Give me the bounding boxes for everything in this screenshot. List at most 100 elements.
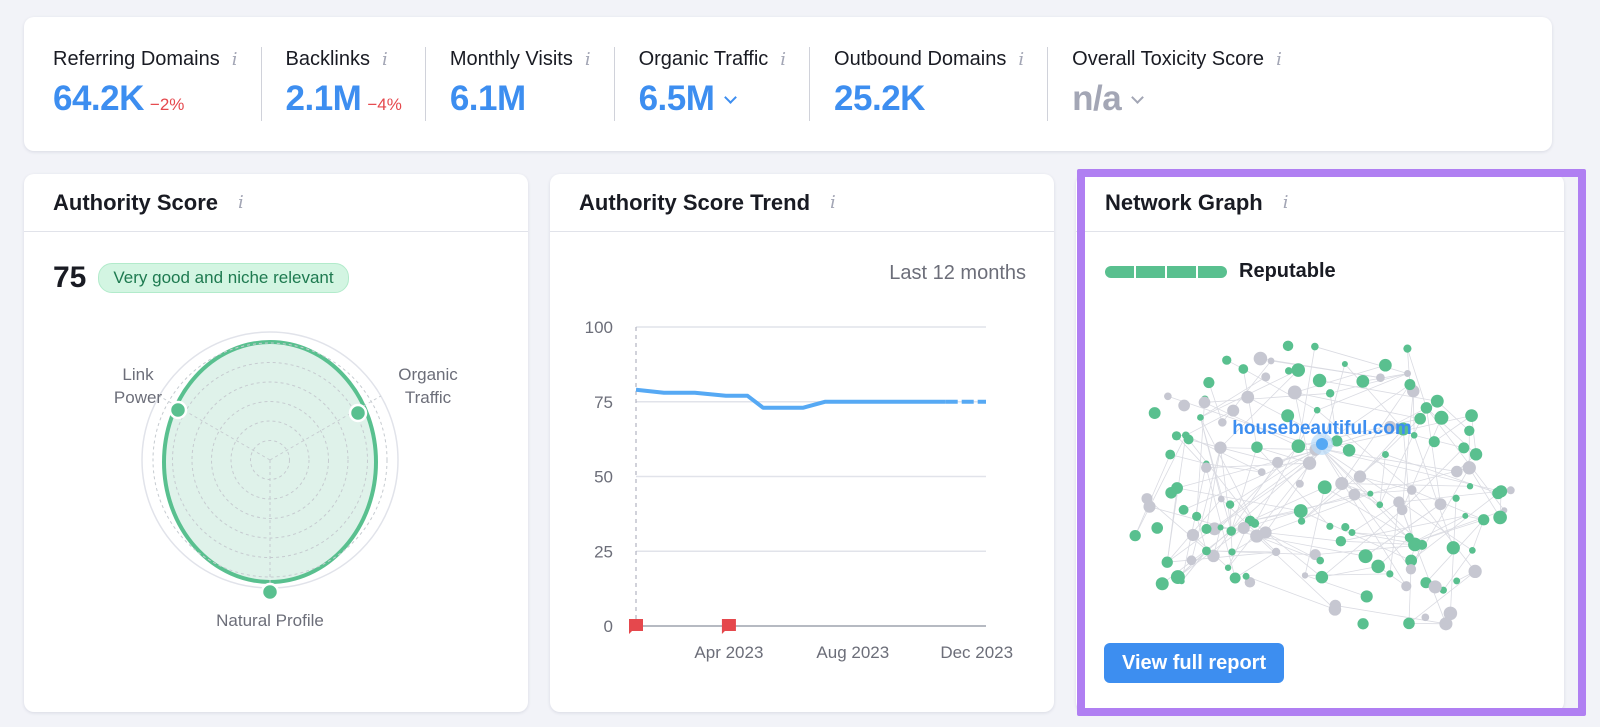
graph-node-reputable bbox=[1379, 358, 1392, 372]
graph-edge bbox=[1412, 509, 1505, 543]
info-icon[interactable]: i bbox=[1283, 192, 1289, 213]
graph-node-reputable bbox=[1313, 406, 1321, 414]
metric-value[interactable]: n/a bbox=[1072, 79, 1122, 119]
graph-node-reputable bbox=[1129, 529, 1141, 542]
graph-node-reputable bbox=[1357, 618, 1369, 630]
radar-axis-label: Traffic bbox=[405, 388, 452, 407]
metric-value[interactable]: 25.2K bbox=[834, 79, 925, 119]
graph-node-reputable bbox=[1493, 510, 1507, 525]
metric-value[interactable]: 6.1M bbox=[450, 79, 526, 119]
info-icon[interactable]: i bbox=[780, 49, 786, 70]
metric-organic-traffic[interactable]: Organic Traffic i 6.5M bbox=[639, 47, 811, 121]
graph-node-reputable bbox=[1312, 373, 1327, 388]
graph-node-reputable bbox=[1203, 376, 1215, 389]
graph-node-reputable bbox=[1226, 526, 1236, 536]
graph-node-neutral bbox=[1271, 547, 1281, 557]
graph-node-reputable bbox=[1341, 360, 1348, 367]
graph-node-reputable bbox=[1376, 501, 1384, 509]
graph-edge bbox=[1321, 565, 1379, 578]
graph-node-neutral bbox=[1401, 581, 1412, 592]
metric-label: Referring Domains bbox=[53, 47, 220, 70]
info-icon[interactable]: i bbox=[232, 49, 238, 70]
y-tick-label: 25 bbox=[594, 542, 613, 561]
graph-node-neutral bbox=[1164, 392, 1172, 401]
network-graph-card: Network Graph i Reputable housebeautiful… bbox=[1076, 174, 1564, 712]
center-node bbox=[1316, 438, 1328, 450]
metric-delta: −2% bbox=[149, 95, 185, 114]
graph-edge bbox=[1134, 454, 1171, 536]
graph-edge bbox=[1442, 550, 1473, 591]
metric-value[interactable]: 6.5M bbox=[639, 79, 715, 119]
graph-node-reputable bbox=[1367, 490, 1374, 497]
metric-value[interactable]: 2.1M bbox=[286, 79, 362, 119]
period-label: Last 12 months bbox=[889, 262, 1026, 284]
card-title: Authority Score bbox=[53, 189, 219, 215]
metric-delta: −4% bbox=[367, 95, 402, 114]
radar-point bbox=[260, 582, 280, 602]
graph-node-reputable bbox=[1414, 412, 1426, 425]
metric-label: Monthly Visits bbox=[449, 47, 573, 70]
graph-node-reputable bbox=[1151, 522, 1164, 534]
graph-edge bbox=[1234, 551, 1277, 579]
graph-node-neutral bbox=[1141, 493, 1153, 505]
score-row: 75 Very good and niche relevant bbox=[53, 261, 349, 295]
radar-axis-label: Power bbox=[114, 388, 163, 407]
reputation-label: Reputable bbox=[1239, 260, 1336, 282]
graph-node-reputable bbox=[1202, 546, 1211, 556]
graph-node-neutral bbox=[1434, 498, 1447, 511]
graph-node-reputable bbox=[1192, 511, 1202, 521]
graph-node-reputable bbox=[1222, 355, 1232, 365]
flag-marker bbox=[629, 619, 643, 634]
graph-node-neutral bbox=[1287, 385, 1302, 400]
graph-edge bbox=[1304, 575, 1367, 597]
flag-marker bbox=[721, 619, 736, 634]
authority-score-value: 75 bbox=[53, 261, 87, 294]
metric-backlinks[interactable]: Backlinks i 2.1M −4% bbox=[286, 47, 427, 121]
info-icon[interactable]: i bbox=[1276, 49, 1282, 70]
graph-node-reputable bbox=[1371, 559, 1385, 574]
graph-node-reputable bbox=[1201, 523, 1212, 534]
card-header: Authority Score Trend i bbox=[550, 174, 1054, 232]
graph-node-neutral bbox=[1335, 476, 1349, 491]
info-icon[interactable]: i bbox=[238, 192, 244, 213]
graph-node-neutral bbox=[1214, 441, 1227, 454]
info-icon[interactable]: i bbox=[382, 49, 388, 70]
info-icon[interactable]: i bbox=[830, 192, 836, 213]
graph-node-reputable bbox=[1452, 494, 1460, 502]
graph-edge bbox=[1167, 551, 1277, 563]
reputation-segment bbox=[1198, 265, 1227, 278]
graph-node-neutral bbox=[1421, 613, 1430, 622]
metric-outbound-domains[interactable]: Outbound Domains i 25.2K bbox=[834, 47, 1049, 121]
chevron-down-icon[interactable] bbox=[1131, 91, 1145, 104]
view-full-report-button[interactable]: View full report bbox=[1104, 643, 1285, 683]
chevron-down-icon[interactable] bbox=[724, 91, 738, 104]
graph-node-reputable bbox=[1469, 448, 1483, 461]
metrics-summary-bar: Referring Domains i 64.2K −2% Backlinks i 2… bbox=[24, 17, 1552, 151]
graph-node-reputable bbox=[1317, 480, 1332, 495]
center-domain-label: housebeautiful.com bbox=[1232, 418, 1411, 439]
graph-node-reputable bbox=[1197, 414, 1204, 421]
graph-node-reputable bbox=[1225, 500, 1235, 509]
trend-line-chart: 0 25 50 75 100 Apr 2023 Aug 2023 Dec 2023 bbox=[585, 318, 1013, 662]
radar-chart: Link Power Organic Traffic Natural Profile bbox=[114, 331, 458, 630]
graph-node-neutral bbox=[1301, 572, 1309, 579]
x-tick-label: Dec 2023 bbox=[940, 643, 1013, 662]
info-icon[interactable]: i bbox=[585, 49, 591, 70]
graph-edge bbox=[1335, 605, 1446, 625]
graph-node-neutral bbox=[1348, 488, 1361, 501]
graph-edge bbox=[1321, 448, 1414, 543]
metric-monthly-visits[interactable]: Monthly Visits i 6.1M bbox=[450, 47, 615, 121]
graph-node-reputable bbox=[1465, 409, 1478, 422]
network-graph[interactable]: housebeautiful.com bbox=[1076, 284, 1564, 644]
graph-node-reputable bbox=[1428, 436, 1440, 448]
graph-node-reputable bbox=[1356, 374, 1370, 388]
metric-toxicity-score[interactable]: Overall Toxicity Score i n/a bbox=[1072, 47, 1306, 121]
reputation-status: Reputable bbox=[1105, 260, 1336, 283]
metric-value[interactable]: 64.2K bbox=[53, 79, 144, 119]
metric-referring-domains[interactable]: Referring Domains i 64.2K −2% bbox=[53, 47, 262, 121]
card-title: Authority Score Trend bbox=[579, 189, 811, 215]
info-icon[interactable]: i bbox=[1018, 49, 1024, 70]
graph-edge bbox=[1319, 380, 1438, 402]
radar-axis-label: Organic bbox=[398, 365, 458, 384]
graph-node-neutral bbox=[1217, 495, 1225, 503]
